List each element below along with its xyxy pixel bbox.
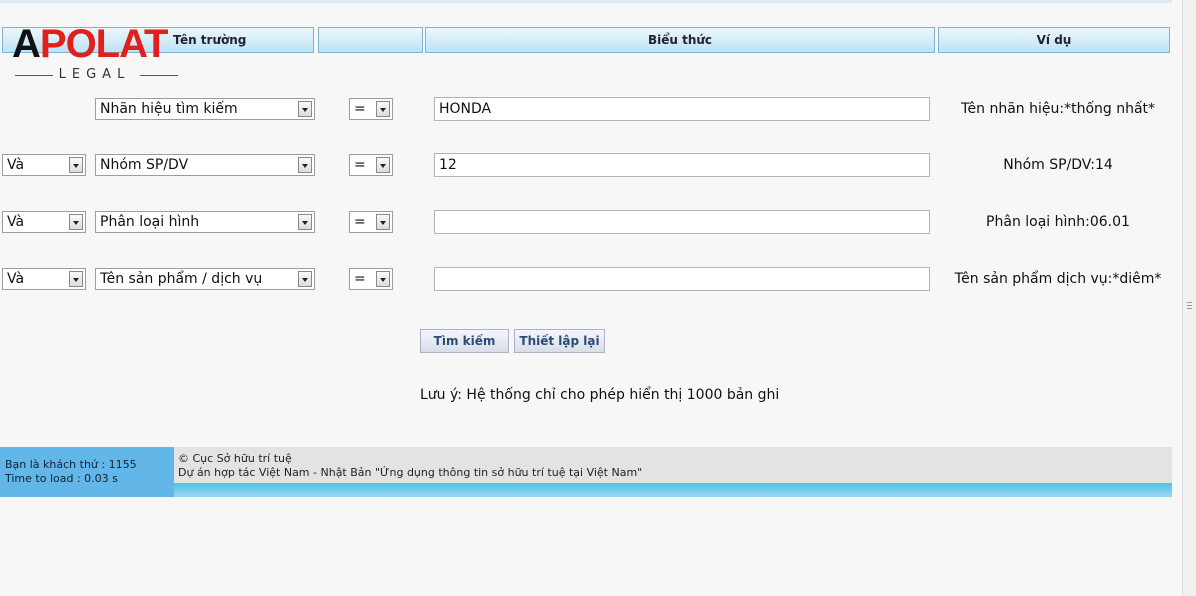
example-text-2: Nhóm SP/DV:14 bbox=[1003, 157, 1113, 173]
footer-stats: Bạn là khách thứ : 1155 Time to load : 0… bbox=[0, 447, 174, 497]
expression-input-1[interactable]: HONDA bbox=[434, 97, 930, 121]
project-text: Dự án hợp tác Việt Nam - Nhật Bản "Ứng d… bbox=[178, 466, 643, 479]
vertical-scrollbar[interactable] bbox=[1182, 0, 1196, 596]
example-text-1: Tên nhãn hiệu:*thống nhất* bbox=[960, 101, 1156, 117]
logic-select-2[interactable]: Và bbox=[2, 154, 86, 176]
visitor-count: Bạn là khách thứ : 1155 bbox=[5, 458, 137, 471]
field-select-4[interactable]: Tên sản phẩm / dịch vụ bbox=[95, 268, 315, 290]
chevron-down-icon bbox=[376, 101, 390, 117]
scrollbar-grip-icon bbox=[1187, 302, 1192, 310]
header-operator-column bbox=[318, 27, 423, 53]
expression-input-3[interactable] bbox=[434, 210, 930, 234]
chevron-down-icon bbox=[298, 101, 312, 117]
load-time: Time to load : 0.03 s bbox=[5, 472, 118, 485]
apolat-legal-logo: APOLAT LEGAL bbox=[12, 22, 182, 84]
chevron-down-icon bbox=[298, 157, 312, 173]
field-select-1[interactable]: Nhãn hiệu tìm kiếm bbox=[95, 98, 315, 120]
operator-select-4[interactable]: = bbox=[349, 268, 393, 290]
limit-note: Lưu ý: Hệ thống chỉ cho phép hiển thị 10… bbox=[420, 387, 780, 403]
operator-select-3[interactable]: = bbox=[349, 211, 393, 233]
chevron-down-icon bbox=[376, 214, 390, 230]
logic-select-4[interactable]: Và bbox=[2, 268, 86, 290]
top-divider bbox=[0, 0, 1172, 3]
chevron-down-icon bbox=[69, 214, 83, 230]
field-select-2[interactable]: Nhóm SP/DV bbox=[95, 154, 315, 176]
expression-input-4[interactable] bbox=[434, 267, 930, 291]
logo-wordmark: APOLAT bbox=[12, 22, 168, 66]
operator-select-1[interactable]: = bbox=[349, 98, 393, 120]
copyright-text: © Cục Sở hữu trí tuệ bbox=[178, 452, 292, 465]
header-example-column: Ví dụ bbox=[938, 27, 1170, 53]
chevron-down-icon bbox=[298, 214, 312, 230]
logo-tagline: LEGAL bbox=[58, 67, 131, 82]
chevron-down-icon bbox=[298, 271, 312, 287]
logic-select-3[interactable]: Và bbox=[2, 211, 86, 233]
chevron-down-icon bbox=[376, 271, 390, 287]
chevron-down-icon bbox=[376, 157, 390, 173]
header-expression-column: Biểu thức bbox=[425, 27, 935, 53]
operator-select-2[interactable]: = bbox=[349, 154, 393, 176]
field-select-3[interactable]: Phân loại hình bbox=[95, 211, 315, 233]
example-text-3: Phân loại hình:06.01 bbox=[986, 214, 1130, 230]
footer-credits: © Cục Sở hữu trí tuệ Dự án hợp tác Việt … bbox=[174, 447, 1172, 497]
search-button[interactable]: Tìm kiếm bbox=[420, 329, 509, 353]
chevron-down-icon bbox=[69, 271, 83, 287]
chevron-down-icon bbox=[69, 157, 83, 173]
reset-button[interactable]: Thiết lập lại bbox=[514, 329, 605, 353]
example-text-4: Tên sản phẩm dịch vụ:*diêm* bbox=[954, 271, 1162, 287]
header-field-label: Tên trường bbox=[173, 33, 247, 47]
expression-input-2[interactable]: 12 bbox=[434, 153, 930, 177]
